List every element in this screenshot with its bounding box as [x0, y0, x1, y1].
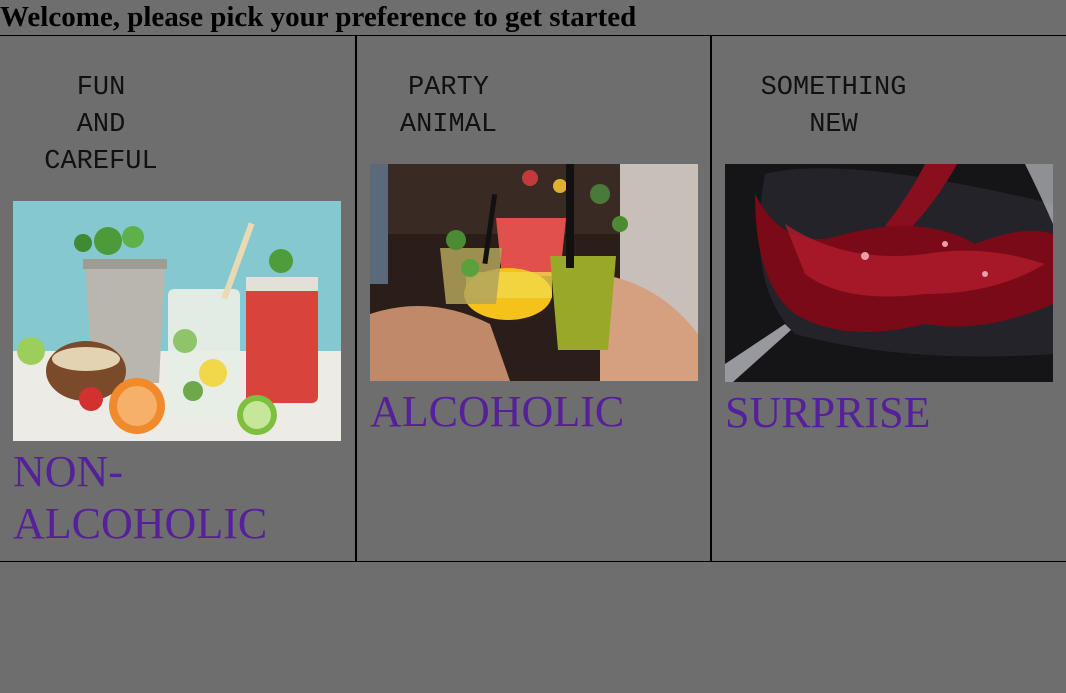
red-wine-photo[interactable] [725, 164, 1053, 382]
preference-tagline: PARTY ANIMAL [357, 70, 540, 144]
option-label-alcoholic[interactable]: ALCOHOLIC [370, 386, 624, 438]
tagline-line: PARTY [407, 73, 489, 103]
tagline-line: ANIMAL [399, 110, 498, 140]
cocktails-toast-photo[interactable] [370, 164, 698, 381]
tagline-line: SOMETHING [760, 73, 907, 103]
tagline-line: CAREFUL [44, 147, 158, 177]
preference-card-alcoholic[interactable]: PARTY ANIMAL ALCOHOLIC [355, 36, 712, 561]
preference-tagline: FUN AND CAREFUL [0, 70, 202, 181]
option-label-surprise[interactable]: SURPRISE [725, 387, 930, 439]
tagline-line: FUN [76, 73, 126, 103]
preference-grid: FUN AND CAREFUL NON-ALCOHOLIC PARTY ANIM… [0, 35, 1066, 562]
preference-card-non-alcoholic[interactable]: FUN AND CAREFUL NON-ALCOHOLIC [0, 36, 354, 561]
option-label-non-alcoholic[interactable]: NON-ALCOHOLIC [13, 446, 333, 550]
preference-tagline: SOMETHING NEW [712, 70, 955, 144]
mocktails-photo[interactable] [13, 201, 341, 441]
tagline-line: NEW [809, 110, 858, 140]
preference-card-surprise[interactable]: SOMETHING NEW SURPRISE [710, 36, 1066, 561]
page-title: Welcome, please pick your preference to … [0, 1, 637, 33]
tagline-line: AND [76, 110, 126, 140]
